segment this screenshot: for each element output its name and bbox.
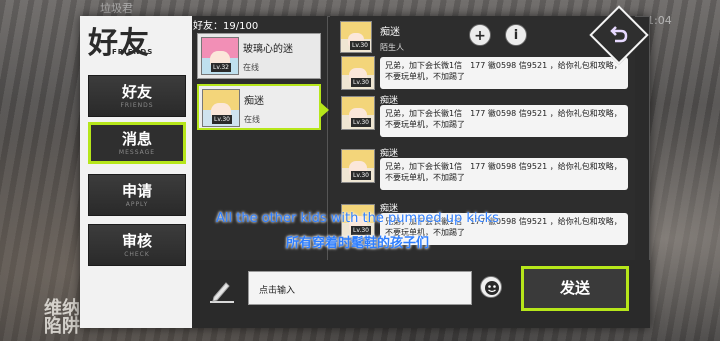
message-input[interactable]: 点击输入 (248, 271, 472, 305)
nav-button-apply[interactable]: 申请 APPLY (88, 174, 186, 216)
nav-button-sublabel: MESSAGE (118, 149, 156, 156)
friend-name: 玻璃心的迷 (243, 44, 293, 55)
chat-name: 痴迷 (380, 27, 400, 38)
friend-level: Lv.32 (211, 63, 231, 72)
nav-button-sublabel: APPLY (125, 201, 149, 208)
background-bottom-text: 维纳 陷阱 (44, 300, 80, 336)
message-bubble: 兄弟，加下会长微1信 177 徽0598 信9521 ，给你礼包和攻略，不要玩单… (380, 57, 628, 89)
nav-button-label: 申请 (121, 182, 152, 200)
plus-icon[interactable]: + (469, 24, 491, 46)
message-level: Lv.30 (351, 78, 371, 87)
friend-avatar: Lv.32 (201, 37, 239, 75)
nav-button-label: 审核 (121, 232, 152, 250)
nav-button-sublabel: FRIENDS (120, 102, 154, 109)
nav-button-check[interactable]: 审核 CHECK (88, 224, 186, 266)
message-bubble: 兄弟，加下会长徽1信 177 徽0598 信9521 ，给你礼包和攻略，不要玩单… (380, 105, 628, 137)
chat-header: Lv.30 痴迷 陌生人 (330, 17, 530, 59)
message-bubble: 兄弟，加下会长徽1信 177 徽0598 信9521 ，给你礼包和攻略，不要玩单… (380, 158, 628, 190)
nav-button-label: 消息 (121, 130, 152, 148)
friends-count: 好友：19/100 (193, 21, 259, 32)
message-avatar: Lv.30 (341, 96, 375, 130)
subtitle-english: All the other kids with the pumped up ki… (216, 211, 499, 226)
friend-status: 在线 (243, 63, 259, 72)
send-button[interactable]: 发送 (521, 266, 629, 311)
left-nav (80, 16, 192, 328)
emoji-icon[interactable] (480, 276, 502, 298)
pencil-icon[interactable] (208, 278, 236, 304)
info-icon[interactable]: i (505, 24, 527, 46)
friend-level: Lv.30 (212, 115, 232, 124)
friend-avatar: Lv.30 (202, 89, 240, 127)
nav-title-sub: FRIENDS (112, 48, 154, 56)
message-avatar: Lv.30 (341, 149, 375, 183)
bottom-text-line2: 陷阱 (44, 316, 80, 337)
friend-status: 在线 (244, 115, 260, 124)
nav-button-friends[interactable]: 好友 FRIENDS (88, 75, 186, 117)
message-level: Lv.30 (351, 171, 371, 180)
chat-level: Lv.30 (350, 41, 370, 50)
nav-button-sublabel: CHECK (124, 251, 150, 258)
chat-relation: 陌生人 (380, 43, 404, 52)
background-top-text: 垃圾君 (100, 2, 133, 15)
friend-name: 痴迷 (244, 96, 264, 107)
friend-item-selected[interactable]: Lv.30 痴迷 在线 (197, 84, 329, 130)
message-level: Lv.30 (351, 118, 371, 127)
back-arrow-icon (610, 26, 628, 43)
selected-pointer-icon (320, 102, 329, 118)
subtitle-chinese: 所有穿着时髦鞋的孩子们 (286, 236, 430, 251)
friend-item[interactable]: Lv.32 玻璃心的迷 在线 (197, 33, 321, 79)
nav-button-label: 好友 (121, 83, 152, 101)
chat-avatar: Lv.30 (340, 21, 372, 53)
nav-button-message[interactable]: 消息 MESSAGE (88, 122, 186, 164)
message-avatar: Lv.30 (341, 56, 375, 90)
